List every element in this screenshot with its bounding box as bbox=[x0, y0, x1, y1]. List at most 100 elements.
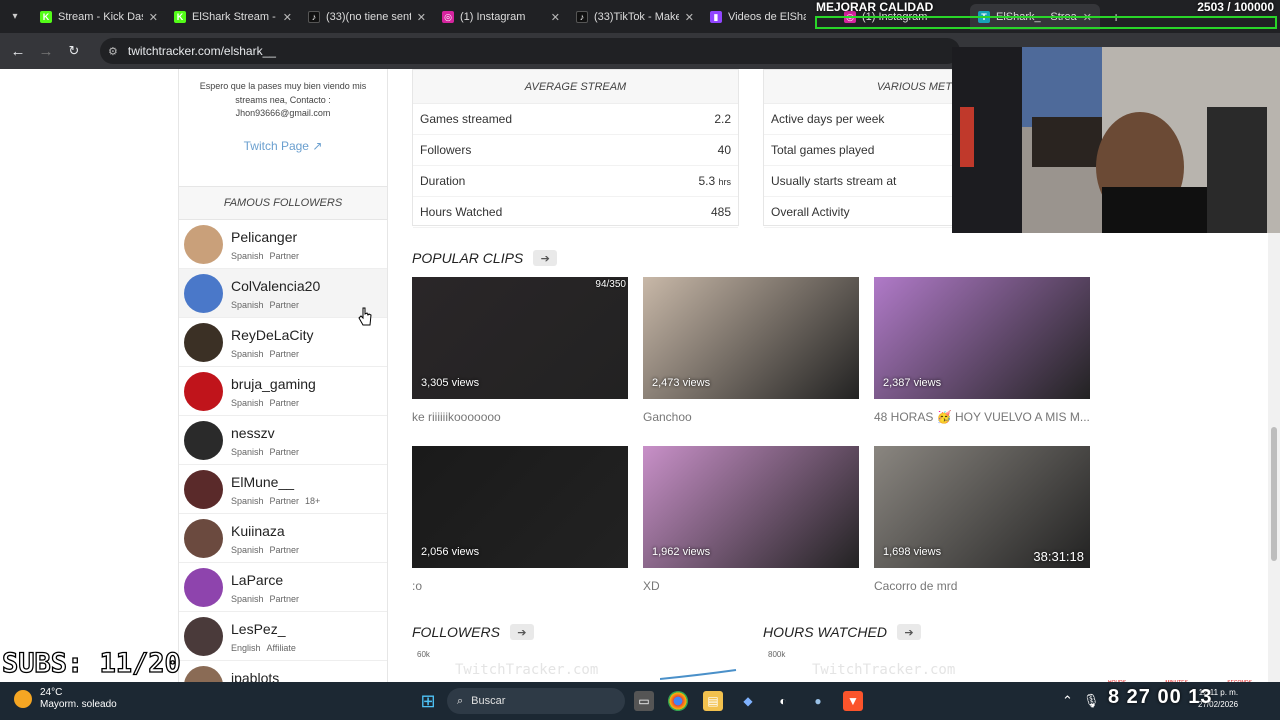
follower-row[interactable]: nesszv Spanish Partner bbox=[179, 416, 387, 465]
stat-label: Followers bbox=[420, 143, 472, 157]
follower-name[interactable]: ElMune__ bbox=[231, 474, 294, 490]
follower-name[interactable]: Pelicanger bbox=[231, 229, 297, 245]
followers-chart-heading: FOLLOWERS ➔ bbox=[412, 624, 534, 640]
browser-tab[interactable]: K ElShark Stream - V ✕ bbox=[166, 4, 300, 30]
follower-row[interactable]: jpablots bbox=[179, 661, 387, 682]
chevron-up-icon[interactable]: ⌃ bbox=[1062, 693, 1073, 709]
twitch-page-label: Twitch Page bbox=[243, 138, 309, 153]
famous-followers-title: FAMOUS FOLLOWERS bbox=[179, 187, 387, 220]
clip-thumbnail[interactable]: 2,056 views bbox=[412, 446, 628, 568]
follower-language: Spanish bbox=[231, 447, 264, 457]
windows-start-icon[interactable]: ⊞ bbox=[418, 691, 438, 711]
follower-row[interactable]: ReyDeLaCity Spanish Partner bbox=[179, 318, 387, 367]
avatar[interactable] bbox=[184, 421, 223, 460]
clip-title[interactable]: Cacorro de mrd bbox=[874, 579, 1090, 593]
clip-title[interactable]: :o bbox=[412, 579, 628, 593]
twitch-icon: ▮ bbox=[710, 11, 722, 23]
clip-thumbnail[interactable]: 1,962 views bbox=[643, 446, 859, 568]
close-icon[interactable]: ✕ bbox=[149, 11, 158, 24]
file-explorer-icon[interactable]: ▤ bbox=[703, 691, 723, 711]
follower-name[interactable]: ReyDeLaCity bbox=[231, 327, 313, 343]
follower-name[interactable]: LaParce bbox=[231, 572, 283, 588]
follower-name[interactable]: jpablots bbox=[231, 670, 279, 682]
arrow-right-icon[interactable]: ➔ bbox=[896, 624, 921, 640]
browser-tab[interactable]: ♪ (33)TikTok - Make ✕ bbox=[568, 4, 702, 30]
avatar[interactable] bbox=[184, 519, 223, 558]
stat-label: Total games played bbox=[771, 143, 875, 157]
taskbar-search[interactable]: ⌕ Buscar bbox=[447, 688, 625, 714]
follower-name[interactable]: bruja_gaming bbox=[231, 376, 316, 392]
follower-name[interactable]: LesPez_ bbox=[231, 621, 285, 637]
clip-card[interactable]: 2,473 views Ganchoo bbox=[643, 277, 859, 424]
address-bar[interactable]: ⚙ twitchtracker.com/elshark__ bbox=[100, 38, 960, 64]
tab-search-icon[interactable]: ▾ bbox=[6, 7, 24, 25]
steam-icon[interactable]: ● bbox=[808, 691, 828, 711]
arrow-right-icon[interactable]: ➔ bbox=[509, 624, 534, 640]
avatar[interactable] bbox=[184, 666, 223, 682]
follower-name[interactable]: Kuiinaza bbox=[231, 523, 285, 539]
browser-tab[interactable]: ◎ (1) Instagram ✕ bbox=[434, 4, 568, 30]
avatar[interactable] bbox=[184, 568, 223, 607]
avatar[interactable] bbox=[184, 617, 223, 656]
browser-tab[interactable]: ♪ (33)(no tiene senti ✕ bbox=[300, 4, 434, 30]
close-icon[interactable]: ✕ bbox=[685, 11, 694, 24]
follower-row[interactable]: LaParce Spanish Partner bbox=[179, 563, 387, 612]
stat-label: Usually starts stream at bbox=[771, 174, 897, 188]
app-icon[interactable]: ◆ bbox=[738, 691, 758, 711]
followers-chart-title: FOLLOWERS bbox=[412, 624, 500, 640]
follower-meta: English Affiliate bbox=[231, 643, 308, 653]
brave-icon[interactable]: ▼ bbox=[843, 691, 863, 711]
instagram-icon: ◎ bbox=[442, 11, 454, 23]
browser-tab[interactable]: K Stream - Kick Dash ✕ bbox=[32, 4, 166, 30]
clip-thumbnail[interactable]: 2,473 views bbox=[643, 277, 859, 399]
follower-row[interactable]: bruja_gaming Spanish Partner bbox=[179, 367, 387, 416]
clip-thumbnail[interactable]: 1,698 views 38:31:18 bbox=[874, 446, 1090, 568]
clip-title[interactable]: XD bbox=[643, 579, 859, 593]
close-icon[interactable]: ✕ bbox=[283, 11, 292, 24]
twitch-page-link[interactable]: Twitch Page ↗ bbox=[244, 139, 323, 153]
clip-card[interactable]: 2,056 views :o bbox=[412, 446, 628, 593]
follower-row[interactable]: ColValencia20 Spanish Partner bbox=[179, 269, 387, 318]
obs-icon[interactable]: ◐ bbox=[773, 691, 793, 711]
clip-title[interactable]: 48 HORAS 🥳 HOY VUELVO A MIS M... bbox=[874, 410, 1090, 424]
forward-icon[interactable]: → bbox=[36, 41, 56, 61]
follower-meta: Spanish Partner bbox=[231, 594, 311, 604]
arrow-right-icon[interactable]: ➔ bbox=[533, 250, 558, 266]
clip-title[interactable]: ke riiiiiikooooooo bbox=[412, 410, 628, 424]
chrome-icon[interactable] bbox=[668, 691, 688, 711]
follower-name[interactable]: ColValencia20 bbox=[231, 278, 320, 294]
site-info-icon[interactable]: ⚙ bbox=[108, 45, 118, 58]
follower-row[interactable]: Kuiinaza Spanish Partner bbox=[179, 514, 387, 563]
stat-value: 40 bbox=[717, 143, 731, 157]
close-icon[interactable]: ✕ bbox=[551, 11, 560, 24]
reload-icon[interactable]: ↻ bbox=[64, 41, 84, 61]
tiktok-icon: ♪ bbox=[576, 11, 588, 23]
clip-thumbnail[interactable]: 3,305 views 94/350 bbox=[412, 277, 628, 399]
browser-tab[interactable]: ▮ Videos de ElShark bbox=[702, 4, 814, 30]
clip-card[interactable]: 1,962 views XD bbox=[643, 446, 859, 593]
follower-row[interactable]: LesPez_ English Affiliate bbox=[179, 612, 387, 661]
task-view-icon[interactable]: ▭ bbox=[634, 691, 654, 711]
avatar[interactable] bbox=[184, 225, 223, 264]
microphone-icon[interactable]: 🎙 bbox=[1083, 693, 1100, 709]
clip-card[interactable]: 1,698 views 38:31:18 Cacorro de mrd bbox=[874, 446, 1090, 593]
clip-card[interactable]: 2,387 views 48 HORAS 🥳 HOY VUELVO A MIS M… bbox=[874, 277, 1090, 424]
follower-row[interactable]: Pelicanger Spanish Partner bbox=[179, 220, 387, 269]
clip-thumbnail[interactable]: 2,387 views bbox=[874, 277, 1090, 399]
follower-row[interactable]: ElMune__ Spanish Partner 18+ bbox=[179, 465, 387, 514]
close-icon[interactable]: ✕ bbox=[417, 11, 426, 24]
overlay-frame bbox=[815, 16, 1277, 29]
scrollbar-thumb[interactable] bbox=[1271, 427, 1277, 561]
weather-widget[interactable]: 24°C Mayorm. soleado bbox=[14, 687, 117, 711]
avatar[interactable] bbox=[184, 274, 223, 313]
avatar[interactable] bbox=[184, 323, 223, 362]
avatar[interactable] bbox=[184, 470, 223, 509]
back-icon[interactable]: ← bbox=[8, 41, 28, 61]
quality-label: MEJORAR CALIDAD bbox=[816, 0, 934, 14]
clip-title[interactable]: Ganchoo bbox=[643, 410, 859, 424]
clip-card[interactable]: 3,305 views 94/350 ke riiiiiikooooooo bbox=[412, 277, 628, 424]
tab-label: (33)(no tiene senti bbox=[326, 11, 411, 23]
stat-value: 485 bbox=[710, 205, 731, 219]
avatar[interactable] bbox=[184, 372, 223, 411]
follower-name[interactable]: nesszv bbox=[231, 425, 275, 441]
